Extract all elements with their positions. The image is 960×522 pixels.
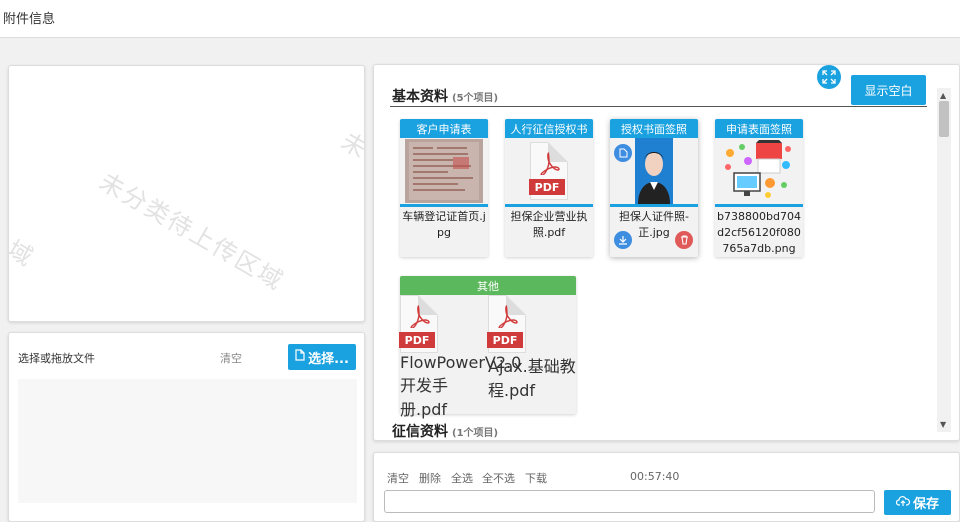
file-group-other: 其他 PDF FlowPowerV2.0开发手册.pdf PDF Ajax.基础… (399, 276, 576, 419)
upload-panel: 选择或拖放文件 清空 选择... (8, 332, 365, 522)
card-filename: FlowPowerV2.0开发手册.pdf (400, 353, 522, 419)
card-filename: b738800bd704d2cf56120f080765a7db.png (717, 210, 801, 255)
scroll-up-icon[interactable]: ▲ (940, 91, 946, 100)
card-progress-bar (505, 204, 593, 207)
section2-count: (1个项目) (452, 428, 499, 439)
pdf-tag: PDF (529, 179, 565, 195)
scroll-down-icon[interactable]: ▼ (940, 420, 946, 429)
action-panel: 清空 删除 全选 全不选 下载 00:57:40 保存 (373, 452, 960, 522)
card-progress-bar (400, 204, 488, 207)
page-title: 附件信息 (3, 12, 56, 27)
unclassified-drop-area[interactable]: 未分类待上传区域 未 域 (8, 65, 365, 322)
card-category: 客户申请表 (400, 119, 488, 138)
card-category: 人行征信授权书 (505, 119, 593, 138)
time-display: 00:57:40 (630, 470, 680, 483)
save-button[interactable]: 保存 (884, 490, 951, 515)
card-filename: 车辆登记证首页.jpg (402, 210, 486, 239)
cloud-upload-icon (895, 495, 911, 511)
drop-area-watermark-left: 域 (8, 235, 40, 273)
select-all-action[interactable]: 全选 (451, 470, 473, 486)
show-blank-button[interactable]: 显示空白 (851, 75, 926, 105)
files-panel: 显示空白 基本资料 (5个项目) 客户申请表 车辆登记证首页.jpg 人行征信授… (373, 64, 960, 441)
drop-area-watermark-right: 未 (336, 127, 365, 165)
section2-title-label: 征信资料 (392, 424, 448, 440)
pdf-icon: PDF (399, 295, 488, 353)
section-title-label: 基本资料 (392, 89, 448, 105)
card-filename: 担保企业营业执照.pdf (510, 210, 588, 239)
save-label: 保存 (912, 497, 939, 512)
deselect-all-action[interactable]: 全不选 (482, 470, 515, 486)
download-icon[interactable] (614, 231, 632, 249)
select-file-label: 选择... (308, 351, 349, 367)
section-title-credit: 征信资料 (1个项目) (392, 421, 499, 440)
section-title-basic: 基本资料 (5个项目) (392, 86, 498, 106)
drop-area-watermark: 未分类待上传区域 (94, 167, 289, 296)
file-card[interactable]: 人行征信授权书 PDF 担保企业营业执照.pdf (505, 119, 593, 257)
file-card[interactable]: 授权书面签照 担保人证件照-正.jpg (610, 119, 698, 257)
card-category: 申请表面签照 (715, 119, 803, 138)
upload-label: 选择或拖放文件 (18, 352, 95, 365)
scrollbar-thumb[interactable] (939, 101, 949, 137)
clear-action[interactable]: 清空 (387, 470, 409, 486)
file-card[interactable]: PDF Ajax.基础教程.pdf (487, 295, 576, 414)
pdf-tag: PDF (399, 332, 435, 348)
file-card[interactable]: 申请表面签照 b738800bd704d2cf56120f080765a7db.… (715, 119, 803, 257)
pdf-icon: PDF (487, 295, 576, 353)
file-card[interactable]: PDF FlowPowerV2.0开发手册.pdf (399, 295, 521, 419)
file-card[interactable]: 客户申请表 车辆登记证首页.jpg (400, 119, 488, 257)
card-filename: Ajax.基础教程.pdf (488, 357, 576, 400)
upload-clear-link[interactable]: 清空 (220, 350, 242, 366)
header-bar: 附件信息 (0, 0, 960, 38)
file-icon (295, 349, 305, 365)
card-category: 授权书面签照 (610, 119, 698, 138)
files-scrollbar[interactable]: ▲ ▼ (937, 88, 951, 432)
delete-icon[interactable] (675, 231, 693, 249)
group-category: 其他 (400, 276, 576, 295)
pdf-tag: PDF (487, 332, 523, 348)
view-icon[interactable] (614, 144, 632, 162)
illustration (717, 138, 801, 204)
section-count: (5个项目) (452, 93, 499, 104)
card-progress-bar (715, 204, 803, 207)
comment-input[interactable] (384, 490, 875, 513)
download-action[interactable]: 下载 (525, 470, 547, 486)
section-divider (390, 106, 927, 107)
delete-action[interactable]: 删除 (419, 470, 441, 486)
card-progress-bar (610, 204, 698, 207)
upload-file-list (18, 379, 357, 503)
pdf-icon: PDF (507, 138, 591, 204)
expand-icon[interactable] (817, 65, 841, 89)
select-file-button[interactable]: 选择... (288, 344, 356, 370)
photo-thumbnail (402, 138, 486, 204)
